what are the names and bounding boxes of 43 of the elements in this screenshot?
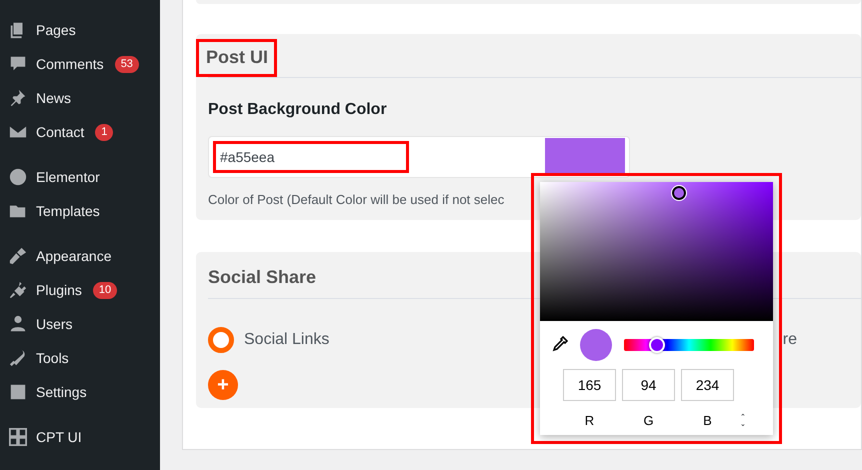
elementor-icon <box>9 168 27 186</box>
hue-slider[interactable] <box>624 339 754 351</box>
menu-item[interactable]: Comments <box>36 54 104 74</box>
user-icon <box>9 315 27 333</box>
pin-icon <box>9 89 27 107</box>
field-label: Post Background Color <box>208 100 388 120</box>
menu-item[interactable]: Plugins <box>36 280 82 300</box>
rgb-input[interactable]: 165 <box>563 369 616 401</box>
grid-icon <box>9 428 27 446</box>
channel-label: G <box>642 412 655 430</box>
menu-item[interactable]: Appearance <box>36 246 112 266</box>
color-swatch[interactable] <box>545 138 625 176</box>
menu-item[interactable]: Templates <box>36 200 100 222</box>
rgb-input[interactable]: 234 <box>681 369 734 401</box>
section-title: Social Share <box>208 266 316 289</box>
plug-icon <box>9 281 27 299</box>
eyedropper-icon[interactable] <box>552 336 568 354</box>
menu-item[interactable]: News <box>36 88 72 108</box>
hex-input[interactable]: #a55eea <box>213 141 409 173</box>
radio-button[interactable] <box>208 327 234 353</box>
wrench-icon <box>9 349 27 367</box>
channel-label: B <box>702 412 713 430</box>
brush-icon <box>9 247 27 265</box>
count-badge: 10 <box>92 282 118 298</box>
menu-item[interactable]: Contact <box>36 122 84 142</box>
count-badge: 53 <box>114 56 139 72</box>
menu-item[interactable]: Pages <box>36 20 76 40</box>
option-label: re <box>782 330 797 350</box>
section-title: Post UI <box>196 39 278 77</box>
menu-item[interactable]: CPT UI <box>36 426 82 448</box>
count-badge: 1 <box>95 124 114 140</box>
saturation-area[interactable] <box>540 182 773 321</box>
help-text: Color of Post (Default Color will be used if not selec <box>208 191 504 209</box>
menu-item[interactable]: Users <box>36 314 73 334</box>
comments-icon <box>9 55 27 73</box>
picker-handle[interactable] <box>672 186 686 200</box>
rgb-input[interactable]: 94 <box>622 369 675 401</box>
menu-item[interactable]: Settings <box>36 382 87 402</box>
menu-item[interactable]: Elementor <box>36 166 100 188</box>
slider-thumb[interactable] <box>648 337 664 353</box>
option-label: Social Links <box>244 330 330 350</box>
channel-label: R <box>584 412 596 430</box>
menu-item[interactable]: Tools <box>36 348 69 368</box>
